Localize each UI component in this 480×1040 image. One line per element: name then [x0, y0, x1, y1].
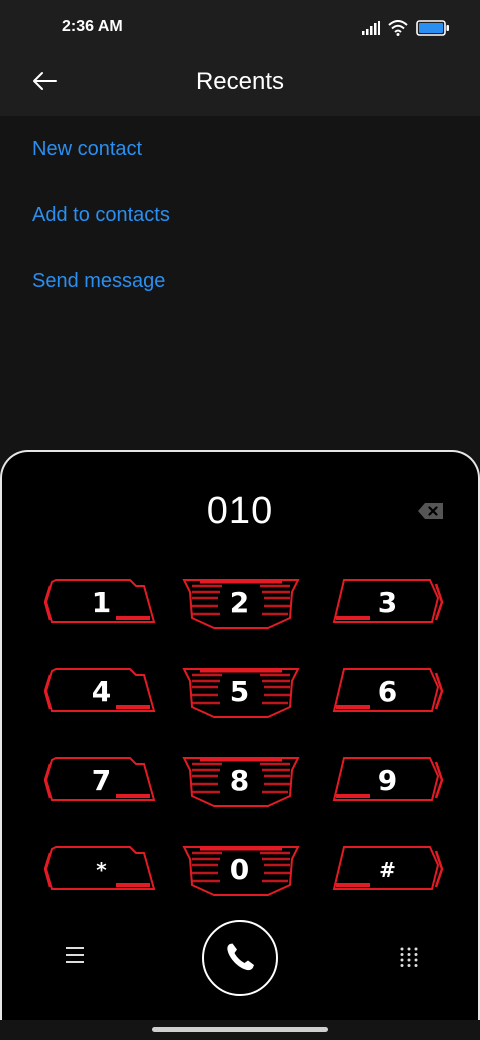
dialed-number: 010: [206, 490, 274, 532]
key-star[interactable]: *: [44, 845, 158, 895]
status-time: 2:36 AM: [62, 18, 123, 35]
key-one[interactable]: 1: [44, 578, 158, 628]
page-title: Recents: [195, 68, 285, 95]
status-bar: 2:36 AM: [0, 0, 480, 56]
add-to-contacts-item[interactable]: Add to contacts: [0, 182, 480, 248]
phone-icon: [227, 943, 254, 971]
key-label: 9: [377, 764, 397, 797]
new-contact-item[interactable]: New contact: [0, 116, 480, 182]
key-five[interactable]: 5: [182, 667, 300, 718]
backspace-icon: [418, 503, 443, 519]
hamburger-menu-icon[interactable]: [64, 946, 86, 964]
backspace-button[interactable]: [416, 500, 446, 522]
key-two[interactable]: 2: [182, 578, 300, 629]
key-label: 1: [91, 586, 111, 619]
key-zero[interactable]: 0: [182, 845, 300, 896]
battery-icon: [416, 20, 449, 36]
key-four[interactable]: 4: [44, 667, 158, 717]
key-label: 4: [91, 675, 111, 708]
key-label: 0: [229, 853, 249, 886]
key-seven[interactable]: 7: [44, 756, 158, 806]
key-six[interactable]: 6: [330, 667, 444, 717]
dialpad-panel: 010 1 2 3 4 5 6 7 8 9 * 0 #: [0, 450, 480, 1020]
wifi-icon: [388, 20, 408, 36]
key-three[interactable]: 3: [330, 578, 444, 628]
call-button[interactable]: [202, 920, 278, 996]
home-indicator[interactable]: [152, 1027, 328, 1032]
toolbar: Recents: [0, 56, 480, 116]
status-icons: [362, 18, 450, 38]
key-label: 6: [377, 675, 397, 708]
key-label: *: [96, 858, 106, 882]
dialer-bottom-bar: [2, 920, 480, 1000]
key-hash[interactable]: #: [330, 845, 444, 895]
signal-icon: [362, 21, 380, 35]
key-nine[interactable]: 9: [330, 756, 444, 806]
dialpad-grid-icon[interactable]: [398, 946, 420, 968]
key-label: 2: [229, 586, 249, 619]
key-label: 3: [377, 586, 397, 619]
key-label: #: [379, 858, 396, 882]
key-eight[interactable]: 8: [182, 756, 300, 807]
key-label: 5: [229, 675, 249, 708]
key-label: 8: [229, 764, 249, 797]
key-label: 7: [91, 764, 111, 797]
send-message-item[interactable]: Send message: [0, 248, 480, 314]
action-list: New contact Add to contacts Send message: [0, 116, 480, 314]
